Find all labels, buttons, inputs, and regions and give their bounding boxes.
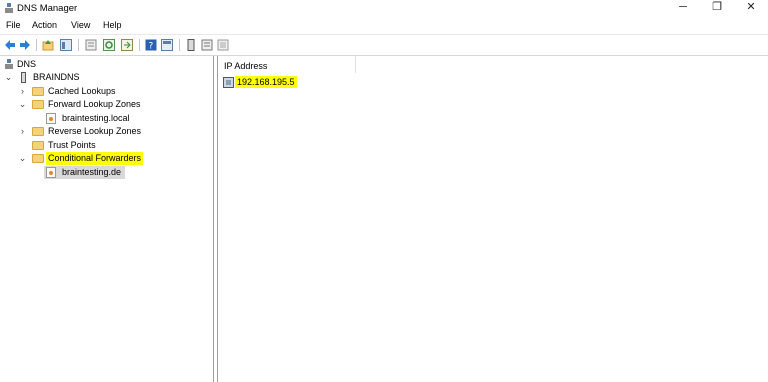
tree-item-conditional-forwarders[interactable]: ⌄ Conditional Forwarders xyxy=(18,152,208,165)
restore-button[interactable]: ❐ xyxy=(700,0,734,16)
forward-arrow-icon[interactable] xyxy=(19,39,31,51)
menu-file[interactable]: File xyxy=(6,20,21,30)
server-icon xyxy=(21,72,26,83)
chevron-down-icon[interactable]: ⌄ xyxy=(18,152,27,165)
server-icon[interactable] xyxy=(185,39,197,51)
folder-icon xyxy=(32,100,44,109)
tree-item-trust-points[interactable]: Trust Points xyxy=(18,139,168,152)
console-tree-icon[interactable] xyxy=(161,39,173,51)
tree-label: braintesting.de xyxy=(62,167,122,177)
zone-icon xyxy=(46,113,56,124)
tree-label: Reverse Lookup Zones xyxy=(48,126,142,136)
toolbar-separator xyxy=(179,39,180,51)
folder-icon xyxy=(32,127,44,136)
column-header-ip-address[interactable]: IP Address xyxy=(218,56,356,73)
tree-item-cached-lookups[interactable]: › Cached Lookups xyxy=(18,85,198,98)
back-arrow-icon[interactable] xyxy=(4,39,16,51)
minimize-button[interactable]: ─ xyxy=(666,0,700,16)
dns-manager-icon xyxy=(5,3,13,13)
tree-label: DNS xyxy=(17,59,37,69)
tree-label: braintesting.local xyxy=(62,113,130,123)
tree-label: Trust Points xyxy=(48,140,96,150)
tree-item-server[interactable]: ⌄ BRAINDNS xyxy=(4,71,154,84)
show-hide-tree-icon[interactable] xyxy=(60,39,72,51)
close-button[interactable]: ✕ xyxy=(734,0,768,16)
chevron-right-icon[interactable]: › xyxy=(18,125,27,138)
tree-item-dns[interactable]: DNS xyxy=(4,58,124,71)
toolbar-separator xyxy=(78,39,79,51)
details-icon[interactable] xyxy=(217,39,229,51)
tree-label: Cached Lookups xyxy=(48,86,116,96)
help-icon[interactable]: ? xyxy=(145,39,157,51)
title-bar: DNS Manager ─ ❐ ✕ xyxy=(0,0,768,18)
menu-help[interactable]: Help xyxy=(103,20,122,30)
export-list-icon[interactable] xyxy=(121,39,133,51)
column-header-label: IP Address xyxy=(224,61,268,71)
tree-item-braintesting-de[interactable]: braintesting.de xyxy=(44,166,125,179)
tree-label: BRAINDNS xyxy=(33,72,80,82)
list-icon[interactable] xyxy=(201,39,213,51)
folder-icon xyxy=(32,141,44,150)
toolbar: ? xyxy=(0,34,768,56)
chevron-down-icon[interactable]: ⌄ xyxy=(4,71,13,84)
properties-icon[interactable] xyxy=(85,39,97,51)
svg-text:?: ? xyxy=(149,42,154,52)
menu-view[interactable]: View xyxy=(71,20,90,30)
window-title: DNS Manager xyxy=(17,3,78,14)
ip-address-item[interactable]: 192.168.195.5 xyxy=(235,76,297,88)
tree-item-forward-lookup-zones[interactable]: ⌄ Forward Lookup Zones xyxy=(18,98,208,111)
result-pane: IP Address 192.168.195.5 xyxy=(217,56,768,382)
dns-icon xyxy=(5,59,13,69)
tree-item-braintesting-local[interactable]: braintesting.local xyxy=(46,112,196,125)
folder-icon xyxy=(32,154,44,163)
console-tree: DNS ⌄ BRAINDNS › Cached Lookups ⌄ Forwar… xyxy=(0,56,214,382)
tree-label: Forward Lookup Zones xyxy=(48,99,141,109)
up-folder-icon[interactable] xyxy=(42,39,54,51)
zone-icon xyxy=(46,167,56,178)
ip-address-icon xyxy=(223,77,234,88)
menu-action[interactable]: Action xyxy=(32,20,57,30)
refresh-icon[interactable] xyxy=(103,39,115,51)
chevron-down-icon[interactable]: ⌄ xyxy=(18,98,27,111)
tree-label: Conditional Forwarders xyxy=(46,152,144,165)
menu-bar: File Action View Help xyxy=(0,18,768,33)
toolbar-separator xyxy=(139,39,140,51)
chevron-right-icon[interactable]: › xyxy=(18,85,27,98)
toolbar-separator xyxy=(36,39,37,51)
tree-item-reverse-lookup-zones[interactable]: › Reverse Lookup Zones xyxy=(18,125,208,138)
folder-icon xyxy=(32,87,44,96)
